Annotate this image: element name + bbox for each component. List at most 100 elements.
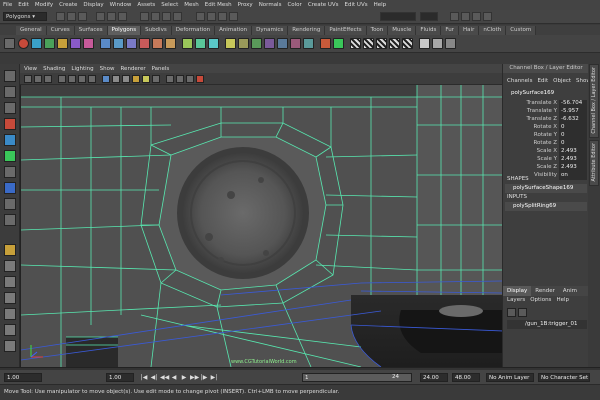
channel-box-menu-edit[interactable]: Edit — [537, 78, 548, 88]
attribute-row-scale-z[interactable]: Scale Z 2.493 — [505, 164, 587, 172]
menu-create[interactable]: Create — [59, 2, 77, 8]
panel-menu-lighting[interactable]: Lighting — [71, 66, 93, 72]
boolean-difference-icon[interactable] — [152, 38, 163, 49]
snap-plane-icon[interactable] — [173, 12, 182, 21]
attribute-value[interactable]: -5.957 — [559, 108, 587, 116]
attribute-value[interactable]: -6.632 — [559, 116, 587, 124]
channel-box-menu-channels[interactable]: Channels — [507, 78, 532, 88]
smooth-icon[interactable] — [195, 38, 206, 49]
menu-normals[interactable]: Normals — [259, 2, 282, 8]
animation-end-field[interactable]: 48.00 — [452, 373, 480, 382]
shelf-tab-ncloth[interactable]: nCloth — [479, 26, 507, 35]
snap-grid-icon[interactable] — [140, 12, 149, 21]
attribute-row-scale-x[interactable]: Scale X 2.493 — [505, 148, 587, 156]
play-backwards-button[interactable]: ◀ — [170, 373, 178, 382]
menu-window[interactable]: Window — [110, 2, 132, 8]
shelf-menu-icon[interactable] — [4, 38, 15, 49]
resolution-gate-icon[interactable] — [88, 75, 96, 83]
lasso-tool-icon[interactable] — [4, 86, 16, 98]
select-component-icon[interactable] — [118, 12, 127, 21]
camera-attributes-icon[interactable] — [34, 75, 42, 83]
character-set-dropdown[interactable]: No Character Set — [538, 373, 590, 382]
shelf-tab-animation[interactable]: Animation — [215, 26, 253, 35]
last-tool-icon[interactable] — [4, 214, 16, 226]
poly-torus-icon[interactable] — [83, 38, 94, 49]
menu-file[interactable]: File — [3, 2, 12, 8]
extrude-icon[interactable] — [225, 38, 236, 49]
attribute-row-rotate-z[interactable]: Rotate Z0 — [505, 140, 587, 148]
attribute-row-rotate-x[interactable]: Rotate X0 — [505, 124, 587, 132]
panel-menu-panels[interactable]: Panels — [152, 66, 170, 72]
playback-end-field[interactable]: 24.00 — [420, 373, 448, 382]
attribute-value[interactable]: 0 — [559, 132, 587, 140]
attribute-row-rotate-y[interactable]: Rotate Y0 — [505, 132, 587, 140]
separate-icon[interactable] — [113, 38, 124, 49]
input-node[interactable]: polySplitRing69 — [505, 202, 587, 211]
combine-icon[interactable] — [100, 38, 111, 49]
object-name[interactable]: polySurface169 — [505, 90, 587, 98]
grid-toggle-icon[interactable] — [68, 75, 76, 83]
menu-modify[interactable]: Modify — [35, 2, 53, 8]
quick-select-field[interactable] — [380, 12, 416, 21]
shelf-tab-painteffects[interactable]: PaintEffects — [325, 26, 367, 35]
menu-assets[interactable]: Assets — [137, 2, 155, 8]
boolean-union-icon[interactable] — [139, 38, 150, 49]
wireframe-icon[interactable] — [102, 75, 110, 83]
attribute-row-scale-y[interactable]: Scale Y 2.493 — [505, 156, 587, 164]
rotate-tool-icon[interactable] — [4, 134, 16, 146]
single-perspective-layout-icon[interactable] — [4, 244, 16, 256]
go-to-end-button[interactable]: ▶| — [210, 373, 218, 382]
attribute-row-translate-z[interactable]: Translate Z -6.632 — [505, 116, 587, 124]
poly-sphere-icon[interactable] — [18, 38, 29, 49]
bookmarks-icon[interactable] — [44, 75, 52, 83]
poly-cone-icon[interactable] — [57, 38, 68, 49]
outliner-layout-icon[interactable] — [4, 324, 16, 336]
new-layer-icon[interactable] — [507, 308, 516, 317]
spherical-mapping-icon[interactable] — [389, 38, 400, 49]
numeric-input-field[interactable] — [420, 12, 438, 21]
bridge-icon[interactable] — [238, 38, 249, 49]
menu-create-uvs[interactable]: Create UVs — [308, 2, 339, 8]
shelf-tab-polygons[interactable]: Polygons — [107, 26, 142, 35]
graph-editor-layout-icon[interactable] — [4, 340, 16, 352]
new-layer-from-selection-icon[interactable] — [518, 308, 527, 317]
sidebar-toggle-icon[interactable] — [450, 12, 459, 21]
boolean-intersection-icon[interactable] — [165, 38, 176, 49]
layer-tab-render[interactable]: Render — [531, 286, 559, 296]
cylindrical-mapping-icon[interactable] — [376, 38, 387, 49]
merge-icon[interactable] — [320, 38, 331, 49]
snap-curve-icon[interactable] — [151, 12, 160, 21]
play-forwards-button[interactable]: ▶ — [180, 373, 188, 382]
shadows-icon[interactable] — [152, 75, 160, 83]
shelf-tab-deformation[interactable]: Deformation — [171, 26, 216, 35]
attribute-row-translate-y[interactable]: Translate Y -5.957 — [505, 108, 587, 116]
perspective-viewport[interactable]: www.CGTutorialWorld.com — [20, 85, 502, 367]
shelf-tab-fur[interactable]: Fur — [441, 26, 460, 35]
display-layer[interactable]: /gun_1B:trigger_01 — [507, 320, 587, 329]
shelf-tab-surfaces[interactable]: Surfaces — [74, 26, 108, 35]
reduce-icon[interactable] — [208, 38, 219, 49]
high-quality-icon[interactable] — [196, 75, 204, 83]
attribute-value[interactable]: 0 — [559, 140, 587, 148]
film-gate-icon[interactable] — [78, 75, 86, 83]
menu-edit-uvs[interactable]: Edit UVs — [345, 2, 368, 8]
menu-help[interactable]: Help — [374, 2, 387, 8]
poly-cylinder-icon[interactable] — [44, 38, 55, 49]
scale-tool-icon[interactable] — [4, 150, 16, 162]
wireframe-on-shaded-icon[interactable] — [122, 75, 130, 83]
step-forward-frame-button[interactable]: ▶▶ — [190, 373, 199, 382]
shelf-tab-rendering[interactable]: Rendering — [288, 26, 326, 35]
layer-menu-help[interactable]: Help — [556, 297, 569, 306]
isolate-select-icon[interactable] — [186, 75, 194, 83]
bevel-icon[interactable] — [303, 38, 314, 49]
shelf-tab-custom[interactable]: Custom — [506, 26, 537, 35]
layer-tab-display[interactable]: Display — [503, 286, 532, 296]
show-manipulator-icon[interactable] — [4, 198, 16, 210]
layer-tab-anim[interactable]: Anim — [559, 286, 581, 296]
mirror-icon[interactable] — [182, 38, 193, 49]
soft-modification-icon[interactable] — [4, 182, 16, 194]
select-object-icon[interactable] — [107, 12, 116, 21]
menu-color[interactable]: Color — [287, 2, 301, 8]
extract-icon[interactable] — [126, 38, 137, 49]
panel-menu-shading[interactable]: Shading — [43, 66, 65, 72]
